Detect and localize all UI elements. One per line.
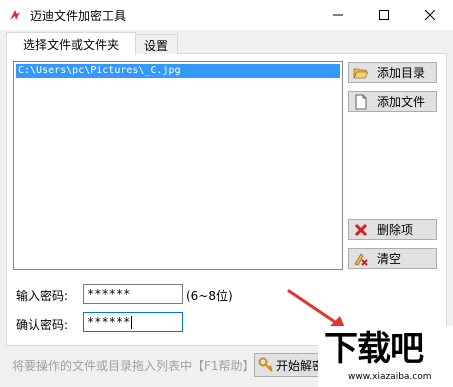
key-icon xyxy=(258,357,274,373)
clear-label: 清空 xyxy=(377,252,402,266)
clear-icon xyxy=(353,251,369,267)
delete-icon xyxy=(353,222,369,238)
title-bar: 迈迪文件加密工具 xyxy=(0,0,453,30)
clear-button[interactable]: 清空 xyxy=(348,248,437,269)
remove-item-label: 删除项 xyxy=(377,223,414,237)
tab-select-files[interactable]: 选择文件或文件夹 xyxy=(6,32,136,55)
file-list[interactable]: C:\Users\pc\Pictures\_C.jpg xyxy=(13,61,343,270)
password-hint: (6~8位) xyxy=(186,289,233,303)
password-field[interactable]: ****** xyxy=(83,284,183,304)
watermark-text: 下载吧 xyxy=(324,329,424,369)
close-button[interactable] xyxy=(407,0,453,30)
confirm-password-field[interactable]: ****** xyxy=(83,312,183,332)
folder-open-icon xyxy=(353,65,369,81)
confirm-password-label: 确认密码: xyxy=(16,318,69,332)
add-directory-button[interactable]: 添加目录 xyxy=(348,62,437,83)
watermark-url: www.xiazaiba.com xyxy=(348,372,432,382)
list-item[interactable]: C:\Users\pc\Pictures\_C.jpg xyxy=(16,64,340,78)
maximize-button[interactable] xyxy=(361,0,407,30)
file-icon xyxy=(353,94,369,110)
status-hint: 将要操作的文件或目录拖入列表中【F1帮助】 xyxy=(12,359,255,373)
start-decrypt-label: 开始解密 xyxy=(276,358,325,373)
window-title: 迈迪文件加密工具 xyxy=(30,9,127,23)
watermark: 下载吧 www.xiazaiba.com xyxy=(318,326,453,387)
close-icon xyxy=(425,10,435,20)
remove-item-button[interactable]: 删除项 xyxy=(348,219,437,240)
minimize-button[interactable] xyxy=(315,0,361,30)
add-directory-label: 添加目录 xyxy=(377,66,426,80)
text-caret xyxy=(131,316,133,329)
add-file-label: 添加文件 xyxy=(377,95,426,109)
app-logo-icon xyxy=(10,10,20,20)
maximize-icon xyxy=(379,10,389,20)
confirm-password-value: ****** xyxy=(87,315,131,329)
add-file-button[interactable]: 添加文件 xyxy=(348,91,437,112)
tab-settings[interactable]: 设置 xyxy=(134,34,178,55)
minimize-icon xyxy=(333,14,343,16)
password-label: 输入密码: xyxy=(16,289,69,303)
